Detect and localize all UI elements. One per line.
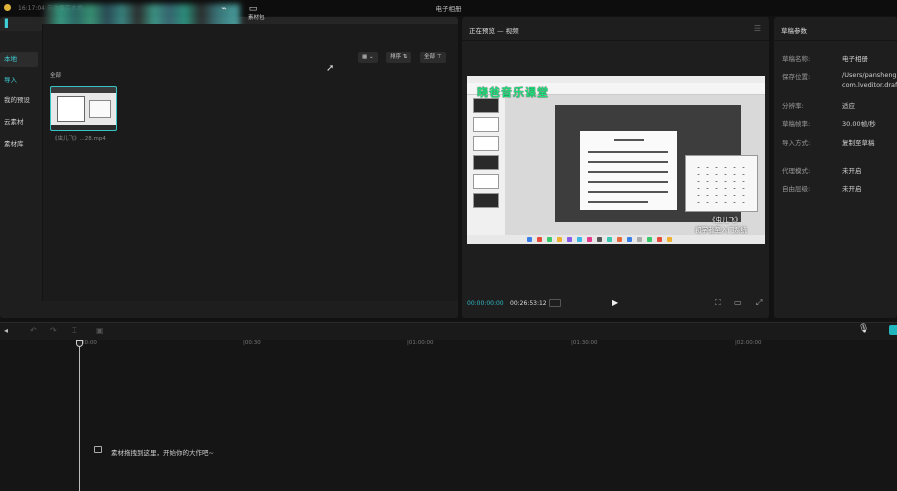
prop-value-framerate: 30.00帧/秒 — [842, 120, 876, 128]
sidebar-item-library[interactable]: 素材库 — [0, 137, 38, 152]
sidebar-item-import[interactable]: 导入 — [0, 73, 38, 88]
sidebar-item-local[interactable]: 本地 — [0, 52, 38, 67]
prop-value-location-line2: com.lveditor.draft — [842, 81, 897, 89]
ruler-label: 00:00 — [81, 340, 97, 346]
timeline-toolbar — [0, 322, 897, 340]
microphone-icon[interactable]: 🎙 — [858, 324, 869, 334]
split-icon[interactable]: ⌶ — [72, 326, 77, 336]
ruler-label: |02:00:00 — [735, 340, 762, 346]
prop-label-resolution: 分辨率: — [782, 102, 804, 110]
mouse-cursor-icon: ➚ — [326, 63, 335, 74]
sidebar-item-my-presets[interactable]: 我的预设 — [0, 93, 38, 108]
playhead-handle[interactable] — [76, 340, 83, 347]
prop-value-import-mode: 复制至草稿 — [842, 139, 875, 147]
timeline-area[interactable] — [0, 340, 897, 491]
prop-value-name: 电子相册 — [842, 55, 868, 63]
prop-label-name: 草稿名称: — [782, 55, 811, 63]
media-drop-icon — [94, 446, 102, 453]
aspect-ratio-icon[interactable]: ▭ — [734, 298, 742, 307]
media-tab-icon[interactable]: ▌ — [2, 19, 14, 29]
timecode-format-icon[interactable] — [549, 299, 561, 307]
player-title: 正在预览 — 视频 — [469, 27, 519, 35]
filter-label: 全部 — [424, 54, 436, 60]
video-preview[interactable]: 晓爸音乐课堂 《虫儿飞》 初学者至入门系统 — [467, 76, 765, 244]
prop-label-free-layer: 自由层级: — [782, 185, 811, 193]
video-caption-line1: 《虫儿飞》 — [709, 216, 742, 224]
sort-label: 排序 — [390, 54, 402, 60]
video-caption-line2: 初学者至入门系统 — [695, 226, 747, 234]
undo-icon[interactable]: ↶ — [30, 326, 37, 335]
play-button[interactable]: ▶ — [612, 298, 618, 307]
ruler-label: |00:30 — [243, 340, 261, 346]
media-sidebar: 本地 导入 我的预设 云素材 素材库 — [0, 31, 42, 301]
prop-label-location: 保存位置: — [782, 73, 811, 81]
ruler-label: |01:30:00 — [571, 340, 598, 346]
prop-label-proxy: 代理模式: — [782, 167, 811, 175]
prop-value-proxy: 未开启 — [842, 167, 862, 175]
media-clip-thumbnail[interactable] — [50, 86, 117, 131]
video-overlay-title: 晓爸音乐课堂 — [477, 86, 549, 99]
delete-icon[interactable]: ▣ — [96, 326, 104, 335]
timeline-toggle[interactable] — [889, 325, 897, 335]
menu-icon[interactable]: ☰ — [754, 24, 761, 33]
fullscreen-crop-icon[interactable]: ⛶ — [715, 298, 721, 308]
prop-value-location: /Users/pansheng — [842, 71, 897, 79]
properties-header: 草稿参数 — [774, 17, 897, 41]
prop-value-resolution: 适应 — [842, 102, 855, 110]
timeline-empty-hint: 素材拖拽到这里，开始你的大作吧~ — [111, 449, 214, 457]
sort-button[interactable]: 排序 ⇅ — [386, 52, 412, 63]
sidebar-item-cloud[interactable]: 云素材 — [0, 115, 38, 130]
filter-button[interactable]: 全部 ⊤ — [420, 52, 446, 63]
effects-icon[interactable]: ⌁ — [218, 4, 230, 14]
timecode-total: 00:26:53:12 — [510, 300, 547, 307]
package-tab-label[interactable]: 素材包 — [248, 13, 265, 21]
ruler-label: |01:00:00 — [407, 340, 434, 346]
prop-label-framerate: 草稿帧率: — [782, 120, 811, 128]
timecode-current: 00:00:00:00 — [467, 300, 504, 307]
media-clip-name: 《虫儿飞》...28.mp4 — [52, 136, 106, 142]
player-header: 正在预览 — 视频 ☰ — [462, 17, 769, 41]
redo-icon[interactable]: ↷ — [50, 326, 57, 335]
media-content-area — [43, 24, 458, 301]
section-label: 全部 — [50, 73, 62, 79]
prop-value-free-layer: 未开启 — [842, 185, 862, 193]
playhead[interactable] — [79, 344, 80, 491]
properties-title: 草稿参数 — [781, 27, 807, 35]
expand-icon[interactable]: ⤢ — [756, 298, 762, 308]
view-mode-button[interactable]: ▦ ⌄ — [358, 52, 378, 63]
prop-label-import-mode: 导入方式: — [782, 139, 811, 147]
select-tool-icon[interactable]: ◂ — [4, 326, 8, 335]
